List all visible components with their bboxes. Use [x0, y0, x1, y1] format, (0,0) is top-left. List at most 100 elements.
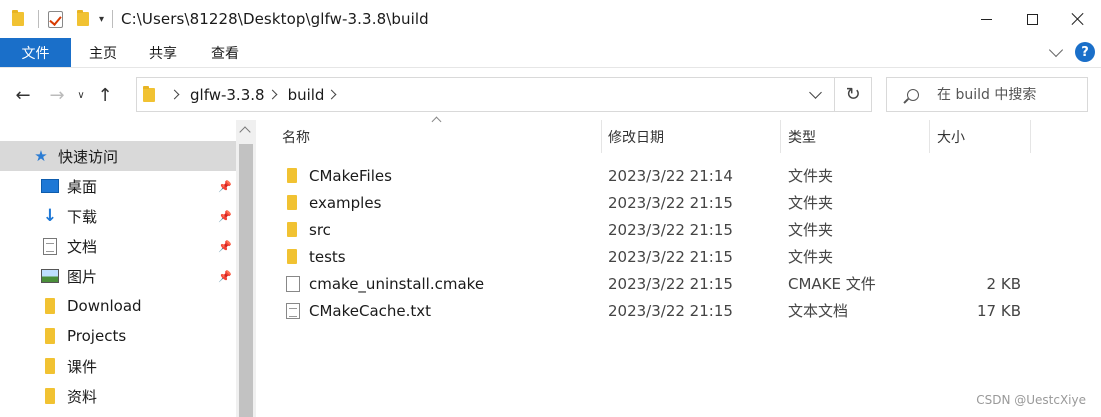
maximize-button[interactable] — [1009, 0, 1055, 38]
file-date: 2023/3/22 21:15 — [608, 274, 733, 293]
up-button[interactable]: ↑ — [90, 80, 120, 110]
nav-item-quick-access[interactable]: ★ 快速访问 — [0, 141, 236, 171]
new-folder-icon[interactable] — [75, 10, 91, 28]
file-row[interactable]: CMakeCache.txt 2023/3/22 21:15 文本文档 17 K… — [256, 297, 1101, 324]
file-row[interactable]: tests 2023/3/22 21:15 文件夹 — [256, 243, 1101, 270]
minimize-icon — [980, 18, 992, 20]
breadcrumb-chevron-icon[interactable] — [169, 89, 180, 100]
address-history-chevron-icon[interactable] — [809, 86, 822, 99]
text-file-icon — [286, 303, 300, 319]
close-button[interactable] — [1055, 0, 1101, 38]
folder-icon — [10, 10, 26, 28]
breadcrumb-glfw[interactable]: glfw-3.3.8 — [190, 86, 265, 104]
file-row[interactable]: cmake_uninstall.cmake 2023/3/22 21:15 CM… — [256, 270, 1101, 297]
nav-scrollbar[interactable] — [236, 120, 256, 417]
file-date: 2023/3/22 21:15 — [608, 301, 733, 320]
nav-item-label: Projects — [67, 327, 127, 345]
nav-item-documents[interactable]: 文档 📌 — [0, 231, 236, 261]
file-row[interactable]: examples 2023/3/22 21:15 文件夹 — [256, 189, 1101, 216]
file-name: CMakeFiles — [309, 166, 392, 185]
file-name: examples — [309, 193, 382, 212]
nav-item-projects[interactable]: Projects — [0, 321, 236, 351]
close-icon — [1071, 12, 1085, 26]
file-row[interactable]: src 2023/3/22 21:15 文件夹 — [256, 216, 1101, 243]
column-header-date[interactable]: 修改日期 — [608, 120, 664, 153]
folder-icon — [41, 297, 59, 315]
column-header-row: 名称 修改日期 类型 大小 — [256, 116, 1101, 153]
folder-icon — [143, 85, 155, 102]
nav-item-materials[interactable]: 资料 — [0, 381, 236, 411]
refresh-icon: ↻ — [845, 84, 861, 105]
file-size — [938, 162, 1021, 189]
ribbon-tabs: 文件 主页 共享 查看 ? — [0, 38, 1101, 68]
pin-icon[interactable]: 📌 — [218, 180, 232, 193]
address-bar[interactable]: glfw-3.3.8 build — [136, 77, 835, 112]
help-icon[interactable]: ? — [1075, 42, 1095, 62]
folder-icon — [287, 222, 297, 237]
window-controls — [963, 0, 1101, 38]
file-size: 2 KB — [986, 274, 1021, 293]
nav-item-desktop[interactable]: 桌面 📌 — [0, 171, 236, 201]
file-size: 17 KB — [977, 301, 1021, 320]
file-name: tests — [309, 247, 346, 266]
search-input[interactable] — [937, 86, 1087, 103]
nav-item-download-folder[interactable]: Download — [0, 291, 236, 321]
file-name: cmake_uninstall.cmake — [309, 274, 485, 293]
forward-button[interactable]: → — [42, 80, 72, 110]
back-button[interactable]: ← — [8, 80, 38, 110]
file-name: CMakeCache.txt — [309, 301, 432, 320]
refresh-button[interactable]: ↻ — [835, 77, 872, 112]
column-header-size[interactable]: 大小 — [937, 120, 965, 153]
scrollbar-thumb[interactable] — [239, 144, 253, 417]
toolbar-divider — [38, 10, 39, 28]
scroll-up-chevron-icon[interactable] — [239, 126, 251, 138]
tab-home[interactable]: 主页 — [75, 38, 131, 67]
properties-check-icon[interactable] — [47, 10, 63, 28]
nav-item-label: 文档 — [67, 237, 98, 256]
nav-item-downloads[interactable]: ↓ 下载 📌 — [0, 201, 236, 231]
breadcrumb-chevron-icon[interactable] — [327, 89, 337, 100]
breadcrumb-build[interactable]: build — [288, 86, 325, 104]
tab-share[interactable]: 共享 — [135, 38, 191, 67]
column-divider[interactable] — [929, 120, 930, 153]
nav-item-label: 课件 — [67, 357, 98, 376]
pictures-icon — [41, 267, 59, 285]
tab-file[interactable]: 文件 — [0, 38, 71, 67]
file-type: 文件夹 — [788, 221, 834, 239]
title-bar: ▾ C:\Users\81228\Desktop\glfw-3.3.8\buil… — [0, 0, 1101, 38]
column-header-type[interactable]: 类型 — [788, 120, 816, 153]
file-type: 文本文档 — [788, 302, 849, 320]
file-size — [938, 243, 1021, 270]
nav-item-courseware[interactable]: 课件 — [0, 351, 236, 381]
file-size — [938, 216, 1021, 243]
toolbar-divider — [112, 10, 114, 28]
expand-ribbon-chevron-icon[interactable] — [1048, 42, 1064, 58]
pin-icon[interactable]: 📌 — [218, 210, 232, 223]
file-date: 2023/3/22 21:14 — [608, 166, 733, 185]
pin-icon[interactable]: 📌 — [218, 240, 232, 253]
navigation-pane: ★ 快速访问 桌面 📌 ↓ 下载 📌 文档 📌 图片 📌 Download Pr… — [0, 120, 256, 417]
file-row[interactable]: CMakeFiles 2023/3/22 21:14 文件夹 — [256, 162, 1101, 189]
recent-locations-dropdown[interactable]: ∨ — [72, 80, 90, 110]
column-divider[interactable] — [780, 120, 781, 153]
tab-view[interactable]: 查看 — [197, 38, 253, 67]
search-icon — [907, 88, 919, 101]
file-list: 名称 修改日期 类型 大小 CMakeFiles 2023/3/22 21:14… — [256, 116, 1101, 417]
nav-item-pictures[interactable]: 图片 📌 — [0, 261, 236, 291]
breadcrumb-chevron-icon[interactable] — [267, 89, 278, 100]
search-box[interactable] — [886, 77, 1088, 112]
file-date: 2023/3/22 21:15 — [608, 193, 733, 212]
column-divider[interactable] — [601, 120, 602, 153]
quick-access-toolbar: ▾ — [10, 0, 121, 38]
nav-item-label: 图片 — [67, 267, 98, 286]
file-type: 文件夹 — [788, 194, 834, 212]
nav-item-label: 快速访问 — [58, 147, 119, 166]
column-divider[interactable] — [1030, 120, 1031, 153]
navigation-row: ← → ∨ ↑ glfw-3.3.8 build ↻ — [0, 70, 1101, 120]
column-header-name[interactable]: 名称 — [282, 120, 310, 153]
nav-item-label: 桌面 — [67, 177, 98, 196]
customize-toolbar-dropdown[interactable]: ▾ — [99, 14, 104, 25]
minimize-button[interactable] — [963, 0, 1009, 38]
ribbon-right-controls: ? — [1048, 42, 1095, 62]
pin-icon[interactable]: 📌 — [218, 270, 232, 283]
